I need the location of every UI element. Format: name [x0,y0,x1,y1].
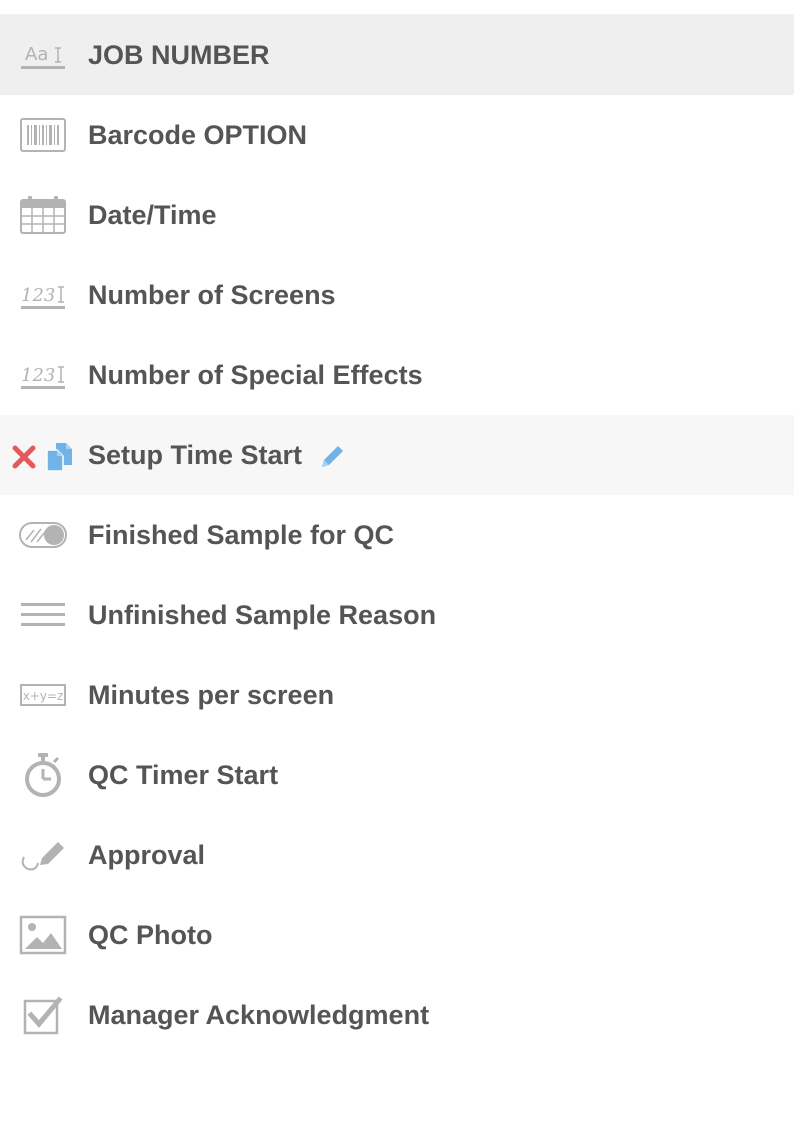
number-field-icon: 123 [18,355,68,395]
formula-icon: x+y=z [18,675,68,715]
field-list: Aa JOB NUMBER Barcode OPTION Date/Time 1… [0,15,794,1055]
field-label: Number of Screens [88,280,336,310]
field-label-text: Setup Time Start [88,440,303,470]
field-label: Barcode OPTION [88,120,308,150]
field-label: Number of Special Effects [88,360,423,390]
duplicate-icon[interactable] [44,441,76,473]
image-icon [18,915,68,955]
number-field-icon: 123 [18,275,68,315]
field-label: Finished Sample for QC [88,520,395,550]
paragraph-icon [18,595,68,635]
field-row-manager-acknowledgment[interactable]: Manager Acknowledgment [0,975,794,1055]
field-label: Setup Time Start [88,415,346,495]
field-row-minutes-per-screen[interactable]: x+y=z Minutes per screen [0,655,794,735]
field-row-qc-photo[interactable]: QC Photo [0,895,794,975]
field-label: Date/Time [88,200,217,230]
checkbox-icon [18,995,68,1035]
field-row-unfinished-sample-reason[interactable]: Unfinished Sample Reason [0,575,794,655]
barcode-icon [18,115,68,155]
field-label: QC Photo [88,920,213,950]
field-label: QC Timer Start [88,760,279,790]
calendar-icon [18,195,68,235]
edit-pencil-icon[interactable] [318,443,346,471]
svg-text:123: 123 [21,285,55,306]
field-row-number-of-special-effects[interactable]: 123 Number of Special Effects [0,335,794,415]
field-row-barcode-option[interactable]: Barcode OPTION [0,95,794,175]
delete-icon[interactable] [10,443,38,471]
toggle-icon [18,515,68,555]
field-label: JOB NUMBER [88,40,270,70]
field-label: Manager Acknowledgment [88,1000,430,1030]
svg-text:123: 123 [21,365,55,386]
row-actions [10,441,76,473]
stopwatch-icon [18,753,68,797]
field-row-setup-time-start[interactable]: Setup Time Start [0,415,794,495]
field-row-finished-sample-for-qc[interactable]: Finished Sample for QC [0,495,794,575]
field-row-number-of-screens[interactable]: 123 Number of Screens [0,255,794,335]
signature-icon [18,835,68,875]
svg-text:Aa: Aa [25,44,48,65]
text-field-icon: Aa [18,35,68,75]
svg-text:x+y=z: x+y=z [23,689,64,703]
field-row-date-time[interactable]: Date/Time [0,175,794,255]
field-label: Minutes per screen [88,680,335,710]
field-row-qc-timer-start[interactable]: QC Timer Start [0,735,794,815]
field-label: Approval [88,840,206,870]
field-row-approval[interactable]: Approval [0,815,794,895]
top-strip [0,0,794,15]
field-label: Unfinished Sample Reason [88,600,437,630]
field-row-job-number[interactable]: Aa JOB NUMBER [0,15,794,95]
